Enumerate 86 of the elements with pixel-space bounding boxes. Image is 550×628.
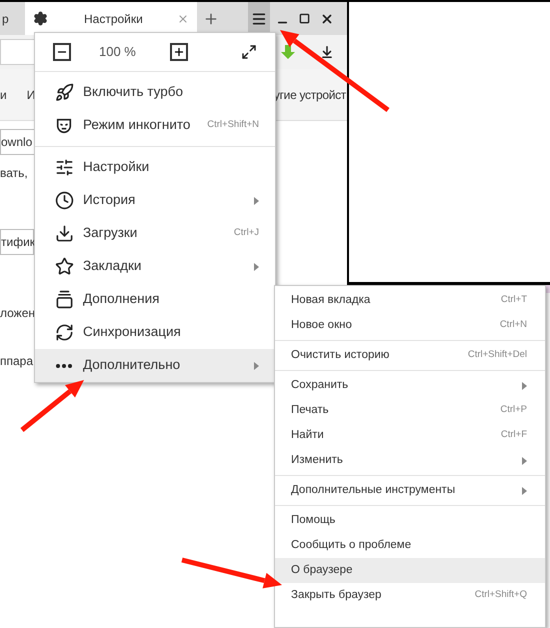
maximize-icon[interactable]	[299, 13, 310, 24]
page-text: ппара	[0, 353, 34, 370]
menu-item[interactable]: Закрыть браузер Ctrl+Shift+Q	[275, 583, 545, 608]
page-text: тифик	[1, 234, 36, 251]
fullscreen-icon[interactable]	[241, 44, 257, 60]
menu-item[interactable]: Новое окно Ctrl+N	[275, 313, 545, 338]
menu-item-label: История	[83, 191, 136, 210]
menu-item[interactable]: Помощь	[275, 508, 545, 533]
shortcut-label: Ctrl+Shift+N	[207, 118, 259, 132]
close-tab-icon[interactable]	[177, 12, 189, 24]
menu-item-label: Печать	[291, 402, 329, 418]
menu-item[interactable]: Режим инкогнито Ctrl+Shift+N	[35, 109, 275, 142]
settings-icon	[54, 158, 74, 177]
page-text: вать,	[0, 165, 28, 182]
new-tab-icon[interactable]	[203, 10, 219, 26]
page-text: ownlo	[1, 134, 32, 151]
menu-item[interactable]: Дополнительные инструменты	[275, 478, 545, 503]
download-arrow-icon[interactable]	[280, 44, 296, 60]
menu-item-label: Сохранить	[291, 378, 348, 393]
plus-icon	[173, 46, 185, 58]
menu-item-label: Помощь	[291, 512, 336, 528]
more-icon	[56, 364, 72, 368]
rocket-icon	[54, 83, 74, 102]
menu-item-label: Загрузки	[83, 224, 138, 242]
zoom-out-button[interactable]	[53, 43, 71, 61]
menu-item[interactable]: Включить турбо	[35, 76, 275, 109]
menu-item[interactable]: Дополнения	[35, 283, 275, 316]
menu-item-label: Найти	[291, 428, 324, 443]
submenu-arrow-icon	[522, 382, 527, 390]
menu-item[interactable]: Изменить	[275, 448, 545, 473]
shortcut-label: Ctrl+P	[500, 403, 527, 418]
shortcut-label: Ctrl+F	[500, 428, 527, 442]
annotation-arrow	[20, 380, 84, 432]
shortcut-label: Ctrl+Shift+Q	[474, 588, 527, 602]
menu-item-label: Дополнительные инструменты	[291, 482, 456, 498]
star-icon	[54, 257, 74, 276]
page-text: ложен	[0, 305, 36, 322]
menu-item[interactable]: Закладки	[35, 250, 275, 283]
zoom-level: 100 %	[99, 43, 137, 62]
menu-item-label: Сообщить о проблеме	[291, 538, 412, 553]
menu-item-label: О браузере	[291, 562, 352, 578]
menu-item-label: Закрыть браузер	[291, 588, 382, 603]
menu-item-label: Изменить	[291, 452, 343, 468]
download-icon	[54, 224, 74, 243]
menu-item[interactable]: О браузере	[275, 558, 545, 583]
sync-icon	[54, 323, 74, 342]
menu-item[interactable]: Загрузки Ctrl+J	[35, 217, 275, 250]
browser-tab[interactable]: Настройки	[25, 2, 197, 35]
menu-item[interactable]: Дополнительно	[35, 349, 275, 382]
menu-item[interactable]: Очистить историю Ctrl+Shift+Del	[275, 343, 545, 368]
shortcut-label: Ctrl+T	[500, 293, 527, 308]
shortcut-label: Ctrl+N	[500, 318, 527, 332]
menu-item-label: Новое окно	[291, 318, 352, 333]
menu-item[interactable]: Найти Ctrl+F	[275, 423, 545, 448]
download-icon[interactable]	[320, 45, 334, 59]
menu-item-label: Закладки	[83, 257, 142, 276]
menu-item[interactable]: Настройки	[35, 151, 275, 184]
stacked-cards-icon	[54, 290, 74, 309]
menu-item-label: Новая вкладка	[291, 292, 370, 308]
menu-item-label: Режим инкогнито	[83, 116, 190, 134]
shortcut-label: Ctrl+Shift+Del	[468, 348, 527, 362]
menu-item-label: Дополнения	[83, 290, 160, 308]
menu-item-label: Синхронизация	[83, 323, 181, 342]
submenu-arrow-icon	[522, 456, 527, 464]
submenu-arrow-icon	[254, 196, 259, 204]
close-icon[interactable]	[320, 12, 334, 26]
zoom-in-button[interactable]	[170, 43, 188, 61]
menu-item[interactable]: Сообщить о проблеме	[275, 533, 545, 558]
menu-item[interactable]: Новая вкладка Ctrl+T	[275, 288, 545, 313]
clock-icon	[54, 191, 74, 210]
mask-icon	[55, 116, 73, 134]
shortcut-label: Ctrl+J	[234, 226, 259, 240]
menu-item[interactable]: История	[35, 184, 275, 217]
menu-item-label: Дополнительно	[83, 356, 180, 374]
menu-item-label: Включить турбо	[83, 83, 183, 102]
submenu-arrow-icon	[254, 262, 259, 270]
menu-item[interactable]: Печать Ctrl+P	[275, 398, 545, 423]
tab-title: р	[2, 10, 9, 28]
submenu-arrow-icon	[254, 362, 259, 370]
tab-title: Настройки	[84, 10, 143, 28]
submenu-arrow-icon	[522, 486, 527, 494]
menu-icon[interactable]	[251, 10, 267, 26]
menu-item-label: Очистить историю	[291, 348, 390, 363]
menu-item[interactable]: Сохранить	[275, 373, 545, 398]
page-text: и	[0, 86, 7, 104]
menu-item-label: Настройки	[83, 158, 150, 176]
